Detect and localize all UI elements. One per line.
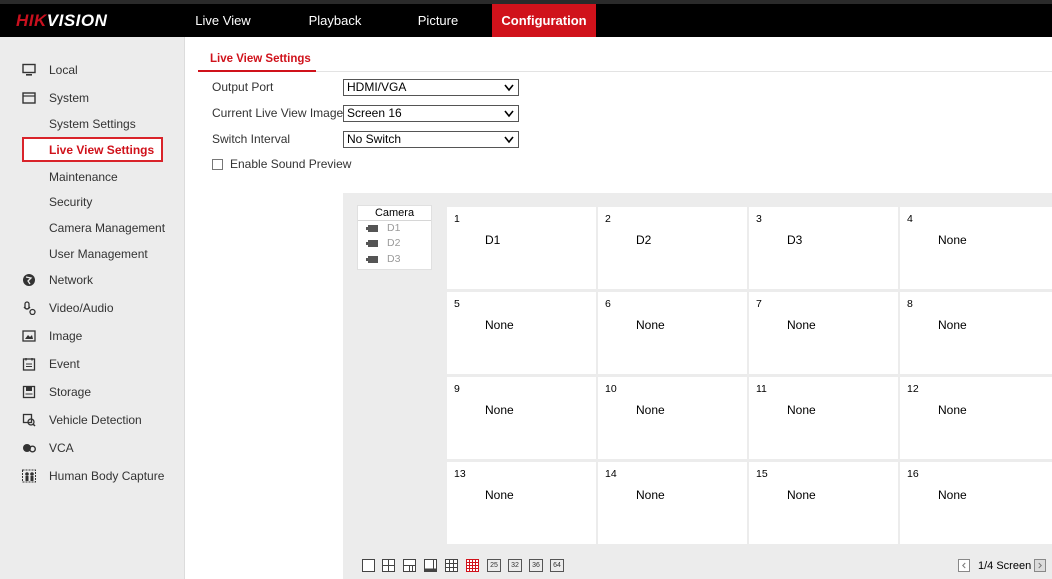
screen-cell[interactable]: 6 None	[598, 292, 747, 374]
layout-25-button[interactable]: 25	[487, 559, 501, 572]
screen-cell[interactable]: 11 None	[749, 377, 898, 459]
sidebar-item-label: Storage	[49, 385, 92, 399]
sidebar-item-label: Camera Management	[49, 221, 166, 235]
sidebar-item-label: User Management	[49, 247, 148, 261]
layout-1-icon[interactable]	[362, 559, 375, 572]
sidebar-item-user-management[interactable]: User Management	[0, 241, 185, 267]
vehicle-detection-icon	[22, 413, 36, 427]
human-body-icon	[22, 469, 36, 483]
camera-list-title: Camera	[358, 206, 431, 221]
hikvision-logo: HIKVISION	[16, 11, 108, 30]
sidebar-item-label: Video/Audio	[49, 301, 114, 315]
sidebar-item-label: Image	[49, 329, 83, 343]
layout-4-icon[interactable]	[382, 559, 395, 572]
screen-cell[interactable]: 15 None	[749, 462, 898, 544]
sidebar-item-label: System	[49, 91, 90, 105]
chevron-down-icon	[504, 84, 514, 92]
screen-cell[interactable]: 1 D1	[447, 207, 596, 289]
sidebar-item-camera-management[interactable]: Camera Management	[0, 215, 185, 241]
output-port-label: Output Port	[212, 80, 274, 94]
sidebar-item-system[interactable]: System	[0, 85, 185, 111]
video-audio-icon	[23, 301, 36, 315]
sidebar-item-network[interactable]: Network	[0, 267, 185, 293]
camera-list: Camera D1 D2 D3	[357, 205, 432, 270]
storage-icon	[22, 385, 36, 399]
layout-32-button[interactable]: 32	[508, 559, 522, 572]
current-live-view-image-select[interactable]: Screen 16	[343, 105, 519, 122]
switch-interval-select[interactable]: No Switch	[343, 131, 519, 148]
chevron-down-icon	[504, 110, 514, 118]
monitor-icon	[22, 63, 36, 76]
output-port-select[interactable]: HDMI/VGA	[343, 79, 519, 96]
sidebar-item-label: Security	[49, 195, 93, 209]
layout-64-button[interactable]: 64	[550, 559, 564, 572]
sidebar-item-vehicle-detection[interactable]: Vehicle Detection	[0, 407, 185, 433]
switch-interval-label: Switch Interval	[212, 132, 291, 146]
nav-picture[interactable]: Picture	[407, 4, 469, 37]
layout-16-icon[interactable]	[466, 559, 479, 572]
screen-cell[interactable]: 12 None	[900, 377, 1052, 459]
layout-36-button[interactable]: 36	[529, 559, 543, 572]
sidebar-item-maintenance[interactable]: Maintenance	[0, 164, 185, 190]
tab-live-view-settings[interactable]: Live View Settings	[198, 50, 316, 72]
screen-cell[interactable]: 8 None	[900, 292, 1052, 374]
sidebar-item-vca[interactable]: VCA	[0, 435, 185, 461]
previous-screen-icon[interactable]	[958, 559, 970, 572]
sidebar-item-label: Maintenance	[49, 170, 118, 184]
screen-cell[interactable]: 4 None	[900, 207, 1052, 289]
switch-interval-value: No Switch	[347, 132, 402, 146]
settings-tab-strip: Live View Settings	[198, 50, 1052, 72]
top-navigation-bar: HIKVISION Live View Playback Picture Con…	[0, 0, 1052, 37]
sidebar-item-label: Network	[49, 273, 94, 287]
nav-configuration[interactable]: Configuration	[492, 4, 596, 37]
sidebar-item-image[interactable]: Image	[0, 323, 185, 349]
screen-cell[interactable]: 5 None	[447, 292, 596, 374]
sidebar-item-system-settings[interactable]: System Settings	[0, 111, 185, 137]
screen-pager-text: 1/4 Screen	[978, 560, 1032, 572]
nav-live-view[interactable]: Live View	[188, 4, 258, 37]
system-icon	[22, 92, 36, 104]
current-live-view-image-value: Screen 16	[347, 106, 402, 120]
image-icon	[22, 330, 36, 342]
screen-cell[interactable]: 2 D2	[598, 207, 747, 289]
sidebar-item-event[interactable]: Event	[0, 351, 185, 377]
sidebar-item-security[interactable]: Security	[0, 189, 185, 215]
sidebar-item-label: Live View Settings	[49, 143, 155, 157]
screen-cell[interactable]: 10 None	[598, 377, 747, 459]
screen-cell[interactable]: 7 None	[749, 292, 898, 374]
layout-6-icon[interactable]	[403, 559, 416, 572]
sidebar-item-live-view-settings[interactable]: Live View Settings	[22, 137, 163, 162]
chevron-down-icon	[504, 136, 514, 144]
sidebar-item-label: Local	[49, 63, 78, 77]
next-screen-icon[interactable]	[1034, 559, 1046, 572]
sidebar-item-label: Human Body Capture	[49, 469, 165, 483]
vca-icon	[23, 444, 36, 453]
sidebar-item-video-audio[interactable]: Video/Audio	[0, 295, 185, 321]
current-live-view-image-label: Current Live View Image	[212, 106, 344, 120]
camera-icon	[366, 256, 378, 263]
layout-9-icon[interactable]	[445, 559, 458, 572]
sidebar-item-human-body-capture[interactable]: Human Body Capture	[0, 463, 185, 489]
screen-cell[interactable]: 13 None	[447, 462, 596, 544]
sidebar-item-label: Event	[49, 357, 80, 371]
camera-icon	[366, 225, 378, 232]
sidebar-item-storage[interactable]: Storage	[0, 379, 185, 405]
output-port-value: HDMI/VGA	[347, 80, 407, 94]
enable-sound-preview-checkbox[interactable]	[212, 159, 223, 170]
calendar-icon	[22, 358, 36, 371]
sidebar-item-local[interactable]: Local	[0, 57, 185, 83]
enable-sound-preview-label: Enable Sound Preview	[230, 157, 352, 171]
sidebar-item-label: System Settings	[49, 117, 136, 131]
sidebar-item-label: Vehicle Detection	[49, 413, 142, 427]
screen-cell[interactable]: 16 None	[900, 462, 1052, 544]
screen-cell[interactable]: 3 D3	[749, 207, 898, 289]
globe-icon	[23, 274, 35, 286]
sidebar-item-label: VCA	[49, 441, 74, 455]
layout-8-icon[interactable]	[424, 559, 437, 572]
nav-playback[interactable]: Playback	[302, 4, 368, 37]
camera-icon	[366, 240, 378, 247]
screen-cell[interactable]: 14 None	[598, 462, 747, 544]
screen-cell[interactable]: 9 None	[447, 377, 596, 459]
